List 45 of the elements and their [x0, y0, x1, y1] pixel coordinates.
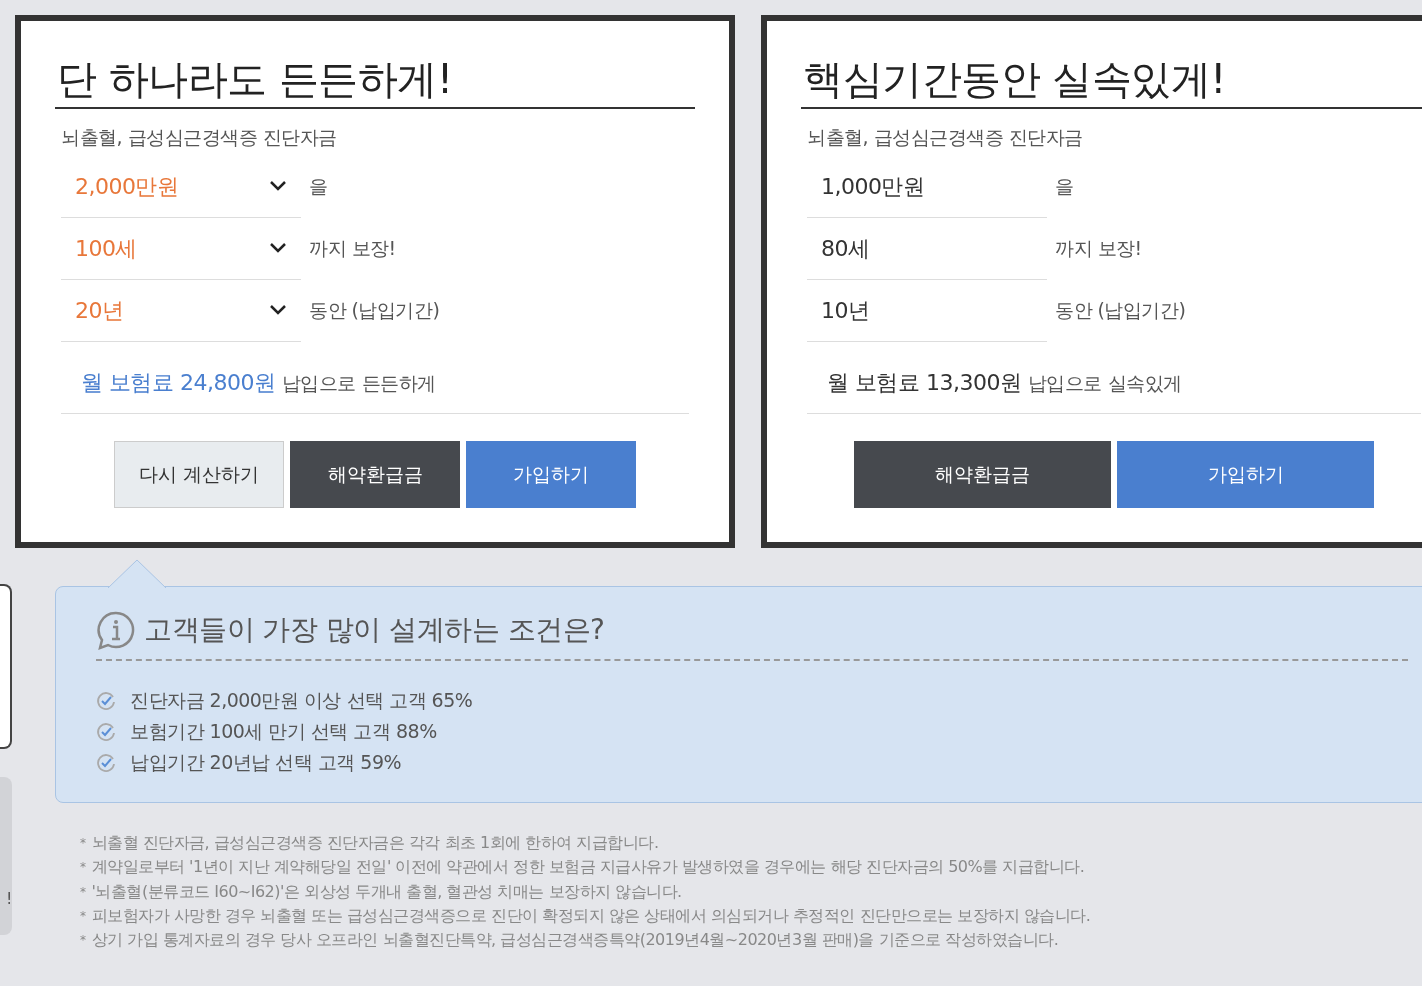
- chevron-down-icon: [269, 304, 287, 316]
- note-text: 피보험자가 사망한 경우 뇌출혈 또는 급성심근경색증으로 진단이 확정되지 않은 상태에서 의심되거나 추정적인 진단만으로는 보장하지 않습니다.: [91, 904, 1091, 927]
- note-text: 계약일로부터 '1년이 지난 계약해당일 전일' 이전에 약관에서 정한 보험금 지급사유가 발생하였을 경우에는 해당 진단자금의 50%를 지급합니다.: [91, 856, 1085, 879]
- note-marker: *: [80, 932, 86, 950]
- field-value: 1,000만원: [807, 155, 1047, 218]
- note-marker: *: [80, 883, 86, 901]
- note-text: 뇌출혈 진단자금, 급성심근경색증 진단자금은 각각 최초 1회에 한하여 지급합니다.: [91, 832, 659, 854]
- card-subtitle: 뇌출혈, 급성심근경색증 진단자금: [806, 125, 1084, 150]
- card-title: 단 하나라도 든든하게!: [56, 55, 454, 104]
- chevron-down-icon: [269, 242, 287, 254]
- join-button[interactable]: 가입하기: [1117, 440, 1374, 508]
- note-marker: *: [80, 907, 86, 925]
- field-suffix: 을: [1054, 174, 1074, 200]
- info-item: 진단자금 2,000만원 이상 선택 고객 65%: [130, 688, 473, 714]
- field-suffix: 까지 보장!: [1054, 236, 1142, 262]
- chevron-down-icon: [269, 180, 287, 192]
- check-icon: [96, 690, 116, 711]
- dropdown[interactable]: 2,000만원: [61, 155, 301, 218]
- check-icon: [96, 721, 116, 742]
- field-suffix: 을: [308, 174, 328, 200]
- premium-text: 월 보험료 24,800원 납입으로 든든하게: [61, 341, 689, 414]
- refund-button[interactable]: 해약환급금: [854, 440, 1111, 508]
- check-icon: [96, 752, 116, 773]
- note-marker: *: [80, 859, 86, 877]
- premium-text: 월 보험료 13,300원 납입으로 실속있게: [807, 341, 1421, 414]
- side-text: !: [6, 888, 12, 910]
- field-suffix: 까지 보장!: [308, 236, 396, 262]
- field-value: 10년: [807, 279, 1047, 342]
- card-subtitle: 뇌출혈, 급성심근경색증 진단자금: [60, 125, 338, 150]
- info-icon: [96, 610, 136, 650]
- join-button[interactable]: 가입하기: [466, 440, 636, 508]
- dropdown[interactable]: 20년: [61, 279, 301, 342]
- info-item: 납입기간 20년납 선택 고객 59%: [130, 750, 402, 776]
- refund-button[interactable]: 해약환급금: [290, 440, 460, 508]
- field-value: 80세: [807, 217, 1047, 280]
- info-title: 고객들이 가장 많이 설계하는 조건은?: [144, 612, 605, 648]
- field-suffix: 동안 (납입기간): [308, 298, 440, 324]
- info-item: 보험기간 100세 만기 선택 고객 88%: [130, 719, 437, 745]
- note-marker: *: [80, 835, 86, 852]
- dropdown[interactable]: 100세: [61, 217, 301, 280]
- card-title: 핵심기간동안 실속있게!: [802, 55, 1227, 104]
- recalculate-button[interactable]: 다시 계산하기: [114, 440, 284, 508]
- note-text: 상기 가입 통계자료의 경우 당사 오프라인 뇌출혈진단특약, 급성심근경색증특약(2019년4월~2020년3월 판매)을 기준으로 작성하였습니다.: [91, 929, 1059, 952]
- field-suffix: 동안 (납입기간): [1054, 298, 1186, 324]
- note-text: '뇌출혈(분류코드 I60~I62)'은 외상성 두개내 출혈, 혈관성 치매는 보장하지 않습니다.: [91, 880, 682, 903]
